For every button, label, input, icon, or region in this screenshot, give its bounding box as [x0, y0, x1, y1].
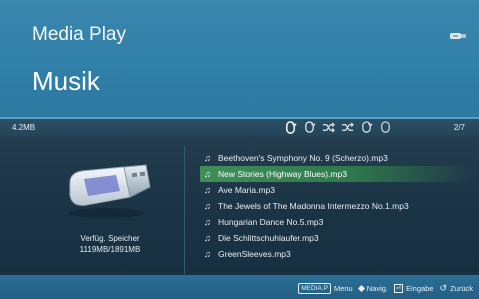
navig-hint[interactable]: Navig. [357, 284, 388, 293]
playlist-item-selected[interactable]: ♫ New Stories (Highway Blues).mp3 [200, 166, 472, 182]
playlist-item[interactable]: ♫ Hungarian Dance No.5.mp3 [200, 214, 472, 230]
storage-value: 1119MB/1891MB [79, 245, 141, 254]
section-title: Musik [32, 66, 100, 96]
app-title: Media Play [32, 24, 126, 45]
track-name: Hungarian Dance No.5.mp3 [218, 217, 324, 227]
music-note-icon: ♫ [204, 201, 211, 211]
track-name: GreenSleeves.mp3 [218, 249, 291, 259]
enter-hint[interactable]: ⏎ Eingabe [394, 284, 434, 293]
music-note-icon: ♫ [204, 217, 211, 227]
track-name: Die Schlittschuhlaufer.mp3 [218, 233, 319, 243]
track-name: New Stories (Highway Blues).mp3 [218, 169, 347, 179]
panel-divider [184, 146, 185, 274]
track-name: Beethoven's Symphony No. 9 (Scherzo).mp3 [218, 153, 388, 163]
repeat-one-icon[interactable] [283, 120, 297, 134]
music-note-icon: ♫ [204, 153, 211, 163]
shuffle-icon[interactable] [321, 120, 335, 134]
track-name: The Jewels of The Madonna Intermezzo No.… [218, 201, 409, 211]
playlist-item[interactable]: ♫ Ave Maria.mp3 [200, 182, 472, 198]
back-hint[interactable]: ↺ Zurück [440, 283, 473, 294]
storage-label: Verfüg. Speicher [80, 234, 140, 243]
playlist-item[interactable]: ♫ GreenSleeves.mp3 [200, 246, 472, 262]
storage-used: 4.2MB [12, 123, 36, 132]
usb-drive-icon [450, 33, 466, 39]
enter-label: Eingabe [406, 284, 434, 293]
play-mode-icons [283, 120, 392, 134]
playlist: ♫ Beethoven's Symphony No. 9 (Scherzo).mp… [200, 150, 472, 262]
repeat-all-icon[interactable] [302, 120, 316, 134]
usb-stick-icon [68, 164, 151, 218]
enter-icon: ⏎ [394, 284, 403, 293]
header-panel: Media Play Musik [0, 0, 479, 117]
media-p-key-badge: MEDIA.P [298, 283, 331, 294]
repeat-folder-icon[interactable] [359, 120, 373, 134]
storage-info: Verfüg. Speicher 1119MB/1891MB [40, 233, 180, 255]
playlist-item[interactable]: ♫ Beethoven's Symphony No. 9 (Scherzo).mp… [200, 150, 472, 166]
info-bar: 4.2MB 2/7 [0, 119, 479, 136]
music-note-icon: ♫ [204, 233, 211, 243]
back-icon: ↺ [439, 283, 448, 293]
playlist-item[interactable]: ♫ Die Schlittschuhlaufer.mp3 [200, 230, 472, 246]
repeat-off-icon[interactable] [378, 120, 392, 134]
track-name: Ave Maria.mp3 [218, 185, 276, 195]
navig-label: Navig. [366, 284, 388, 293]
back-label: Zurück [450, 284, 473, 293]
menu-label: Menu [333, 284, 353, 293]
shuffle-repeat-icon[interactable] [340, 120, 354, 134]
menu-hint[interactable]: MEDIA.P Menu [298, 283, 353, 294]
navigation-diamond-icon [357, 284, 365, 293]
footer-bar: MEDIA.P Menu Navig. ⏎ Eingabe ↺ Zurück [0, 275, 479, 299]
track-position: 2/7 [453, 123, 465, 132]
key-hints: MEDIA.P Menu Navig. ⏎ Eingabe ↺ Zurück [298, 283, 473, 294]
music-note-icon: ♫ [204, 185, 211, 195]
music-note-icon: ♫ [204, 169, 211, 179]
playlist-item[interactable]: ♫ The Jewels of The Madonna Intermezzo No… [200, 198, 472, 214]
music-note-icon: ♫ [204, 249, 211, 259]
